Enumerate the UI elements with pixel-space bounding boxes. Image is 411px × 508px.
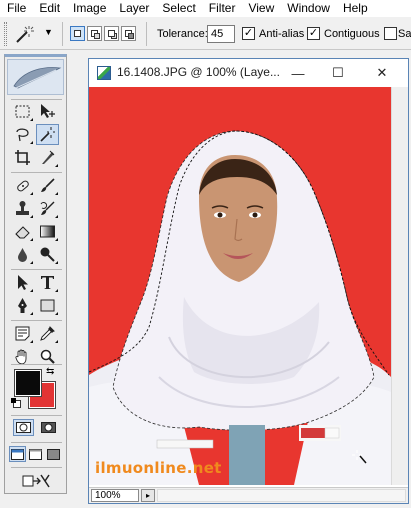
contiguous-checkbox[interactable]: ✓ — [307, 27, 320, 40]
magic-wand-icon[interactable] — [14, 24, 36, 44]
options-bar: ▼ Tolerance: 45 ✓ Anti-alias ✓ Contiguou… — [0, 18, 411, 50]
tool-preset-dropdown-icon[interactable]: ▼ — [44, 27, 53, 37]
menu-edit[interactable]: Edit — [32, 1, 66, 16]
menu-select[interactable]: Select — [155, 1, 201, 16]
image-canvas[interactable]: ilmuonline.net — [89, 87, 408, 485]
sample-all-layers-label: Sa — [398, 28, 411, 40]
add-to-selection-button[interactable] — [87, 26, 102, 41]
sample-all-layers-checkbox[interactable] — [384, 27, 397, 40]
document-window: 16.1408.JPG @ 100% (Laye... — ☐ ✕ ilmuon… — [88, 58, 409, 504]
move-icon[interactable] — [36, 101, 59, 122]
foreground-color-swatch[interactable] — [14, 369, 42, 397]
history-brush-icon[interactable] — [36, 198, 59, 219]
dodge-icon[interactable] — [36, 244, 59, 265]
menu-filter[interactable]: Filter — [202, 1, 242, 16]
toolbox: ⇆ — [4, 54, 67, 494]
standard-mode-icon[interactable] — [13, 419, 34, 436]
menu-layer[interactable]: Layer — [112, 1, 155, 16]
menu-bar: File Edit Image Layer Select Filter View… — [0, 0, 411, 17]
gradient-icon[interactable] — [36, 221, 59, 242]
options-divider — [146, 22, 147, 46]
pen-icon[interactable] — [11, 295, 34, 316]
subtract-from-selection-button[interactable] — [104, 26, 119, 41]
toolbox-divider — [11, 172, 62, 173]
path-select-icon[interactable] — [11, 272, 34, 293]
photoshop-document-icon — [97, 66, 111, 80]
standard-screen-mode-icon[interactable] — [9, 446, 26, 462]
lasso-icon[interactable] — [11, 124, 34, 145]
document-statusbar: 100% ▸ — [89, 487, 408, 503]
stamp-icon[interactable] — [11, 198, 34, 219]
jump-to-imageready-icon[interactable] — [11, 471, 60, 491]
document-titlebar[interactable]: 16.1408.JPG @ 100% (Laye... — ☐ ✕ — [89, 59, 408, 87]
full-screen-mode-icon[interactable] — [45, 446, 62, 462]
tolerance-input[interactable]: 45 — [207, 25, 235, 43]
maximize-button[interactable]: ☐ — [318, 59, 358, 87]
slice-icon[interactable] — [36, 147, 59, 168]
antialias-label: Anti-alias — [259, 28, 305, 40]
menu-view[interactable]: View — [241, 1, 280, 16]
antialias-checkbox[interactable]: ✓ — [242, 27, 255, 40]
toolbox-header[interactable] — [7, 59, 64, 95]
full-screen-menu-mode-icon[interactable] — [27, 446, 44, 462]
document-title: 16.1408.JPG @ 100% (Laye... — [117, 65, 280, 79]
toolbox-divider — [11, 442, 62, 443]
default-colors-icon[interactable] — [11, 398, 21, 408]
vertical-scrollbar[interactable] — [391, 87, 408, 485]
toolbox-divider — [11, 364, 62, 365]
toolbox-divider — [11, 269, 62, 270]
notes-icon[interactable] — [11, 323, 34, 344]
brush-icon[interactable] — [36, 175, 59, 196]
toolbox-divider — [11, 320, 62, 321]
blur-icon[interactable] — [11, 244, 34, 265]
magic-wand-cursor-icon — [352, 450, 367, 464]
close-button[interactable]: ✕ — [362, 59, 402, 87]
menu-file[interactable]: File — [0, 1, 32, 16]
crop-icon[interactable] — [11, 147, 34, 168]
toolbox-divider — [11, 415, 62, 416]
watermark-text: ilmuonline.net — [95, 459, 222, 477]
eyedropper-icon[interactable] — [36, 323, 59, 344]
photo — [89, 87, 391, 485]
eraser-icon[interactable] — [11, 221, 34, 242]
horizontal-scrollbar[interactable] — [157, 489, 406, 502]
magic-wand-icon[interactable] — [36, 124, 59, 145]
shape-icon[interactable] — [36, 295, 59, 316]
minimize-button[interactable]: — — [278, 59, 318, 87]
menu-help[interactable]: Help — [336, 1, 374, 16]
options-bar-grip[interactable] — [4, 22, 7, 46]
new-selection-button[interactable] — [70, 26, 85, 41]
feather-logo-icon — [13, 67, 62, 89]
tolerance-label: Tolerance: — [157, 28, 208, 40]
zoom-level-field[interactable]: 100% — [91, 489, 139, 502]
toolbox-divider — [11, 467, 62, 468]
options-divider — [62, 22, 63, 46]
marquee-icon[interactable] — [11, 101, 34, 122]
type-icon[interactable] — [36, 272, 59, 293]
toolbox-divider — [11, 99, 62, 100]
swap-colors-icon[interactable]: ⇆ — [46, 366, 54, 377]
intersect-selection-button[interactable] — [121, 26, 136, 41]
healing-brush-icon[interactable] — [11, 175, 34, 196]
status-menu-icon[interactable]: ▸ — [141, 489, 155, 502]
menu-window[interactable]: Window — [280, 1, 336, 16]
quick-mask-mode-icon[interactable] — [38, 419, 59, 436]
menu-image[interactable]: Image — [66, 1, 112, 16]
contiguous-label: Contiguous — [324, 28, 380, 40]
